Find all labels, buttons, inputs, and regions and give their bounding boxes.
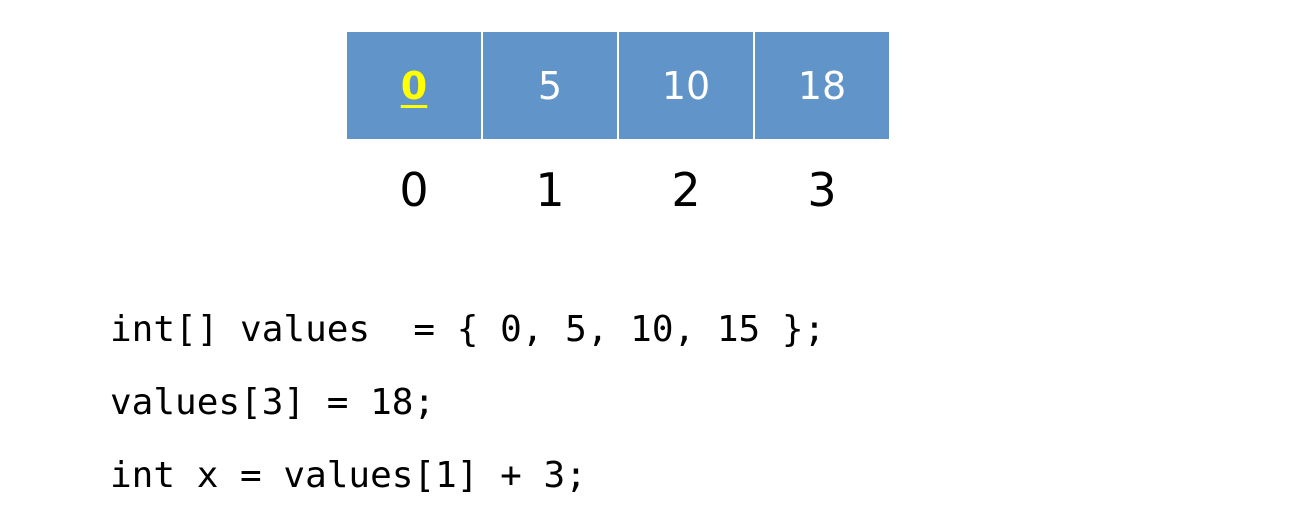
array-cell-0-value: 0 [400, 63, 428, 108]
code-line-3: int x = values[1] + 3; [110, 455, 587, 496]
code-line-1: int[] values = { 0, 5, 10, 15 }; [110, 309, 826, 350]
array-cell-3-value: 18 [797, 63, 847, 108]
array-cell-3: 18 [755, 32, 889, 139]
array-index-2: 2 [671, 163, 701, 217]
array-cell-1: 5 [483, 32, 617, 139]
array-cell-0: 0 [347, 32, 481, 139]
array-cell-2: 10 [619, 32, 753, 139]
array-index-1: 1 [535, 163, 565, 217]
array-cell-1-value: 5 [537, 63, 563, 108]
code-line-2: values[3] = 18; [110, 382, 436, 423]
array-indices: 0 1 2 3 [347, 160, 889, 220]
array-index-0: 0 [399, 163, 429, 217]
code-block: int[] values = { 0, 5, 10, 15 }; values[… [110, 300, 825, 519]
array-cells: 0 5 10 18 [347, 32, 889, 139]
array-index-3: 3 [807, 163, 837, 217]
array-cell-2-value: 10 [661, 63, 711, 108]
